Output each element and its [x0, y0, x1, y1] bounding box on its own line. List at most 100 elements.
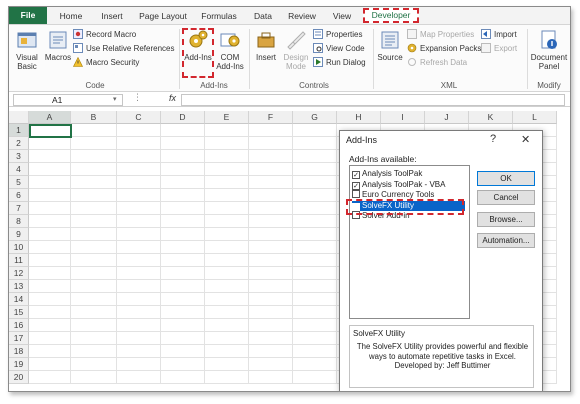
- tab-home[interactable]: Home: [55, 9, 87, 24]
- document-panel-icon: [541, 30, 557, 49]
- column-gridline: [160, 124, 161, 384]
- row-header-14[interactable]: 14: [9, 293, 29, 306]
- run-dialog-icon: [313, 57, 323, 67]
- ok-button[interactable]: OK: [477, 171, 535, 186]
- column-header-c[interactable]: C: [117, 111, 161, 124]
- function-icon[interactable]: fx: [169, 93, 176, 103]
- ruler-icon: [287, 31, 306, 50]
- ribbon-tab-bar: File Home Insert Page Layout Formulas Da…: [9, 7, 570, 24]
- macro-security-button[interactable]: Macro Security: [73, 57, 139, 69]
- row-header-13[interactable]: 13: [9, 280, 29, 293]
- row-header-7[interactable]: 7: [9, 202, 29, 215]
- row-header-20[interactable]: 20: [9, 371, 29, 384]
- addins-highlight: [182, 28, 214, 78]
- close-icon[interactable]: ✕: [521, 133, 530, 146]
- tab-developer[interactable]: Developer: [363, 8, 419, 23]
- row-header-1[interactable]: 1: [9, 124, 29, 137]
- select-all-corner[interactable]: [9, 111, 29, 124]
- addin-description-box: SolveFX Utility The SolveFX Utility prov…: [349, 325, 534, 388]
- addin-label: Euro Currency Tools: [362, 190, 435, 199]
- macros-button[interactable]: Macros: [43, 29, 73, 62]
- row-header-17[interactable]: 17: [9, 332, 29, 345]
- com-addins-icon: [220, 33, 240, 47]
- addin-checkbox[interactable]: ✓: [352, 171, 360, 179]
- record-macro-button[interactable]: Record Macro: [73, 29, 136, 41]
- relative-references-icon: [73, 43, 83, 53]
- solvefx-highlight: [346, 199, 464, 215]
- export-button[interactable]: Export: [481, 43, 517, 55]
- row-header-2[interactable]: 2: [9, 137, 29, 150]
- column-header-f[interactable]: F: [249, 111, 293, 124]
- column-header-e[interactable]: E: [205, 111, 249, 124]
- cancel-button[interactable]: Cancel: [477, 190, 535, 205]
- design-mode-button[interactable]: Design Mode: [281, 29, 311, 71]
- row-header-16[interactable]: 16: [9, 319, 29, 332]
- browse-button[interactable]: Browse...: [477, 212, 535, 227]
- row-header-18[interactable]: 18: [9, 345, 29, 358]
- column-gridline: [336, 124, 337, 384]
- row-header-10[interactable]: 10: [9, 241, 29, 254]
- run-dialog-button[interactable]: Run Dialog: [313, 57, 366, 69]
- source-button[interactable]: Source: [375, 29, 405, 62]
- properties-button[interactable]: Properties: [313, 29, 362, 41]
- tab-file[interactable]: File: [9, 7, 47, 24]
- com-addins-button[interactable]: COM Add-Ins: [215, 29, 245, 71]
- row-header-15[interactable]: 15: [9, 306, 29, 319]
- column-header-j[interactable]: J: [425, 111, 469, 124]
- automation-button[interactable]: Automation...: [477, 233, 535, 248]
- column-header-i[interactable]: I: [381, 111, 425, 124]
- tab-insert[interactable]: Insert: [95, 9, 129, 24]
- addin-checkbox[interactable]: ✓: [352, 181, 360, 190]
- name-box[interactable]: A1: [13, 94, 123, 106]
- chevron-down-icon[interactable]: ▾: [113, 95, 117, 103]
- column-header-a[interactable]: A: [29, 111, 71, 124]
- row-header-5[interactable]: 5: [9, 176, 29, 189]
- addins-listbox[interactable]: ✓ Analysis ToolPak ✓ Analysis ToolPak - VBA…: [349, 165, 470, 319]
- expansion-packs-button[interactable]: Expansion Packs: [407, 43, 481, 55]
- visual-basic-icon: [17, 32, 37, 48]
- tab-page-layout[interactable]: Page Layout: [137, 9, 189, 24]
- row-header-3[interactable]: 3: [9, 150, 29, 163]
- column-gridline: [116, 124, 117, 384]
- help-button[interactable]: ?: [490, 133, 496, 145]
- import-button[interactable]: Import: [481, 29, 517, 41]
- row-header-11[interactable]: 11: [9, 254, 29, 267]
- insert-control-button[interactable]: Insert: [253, 29, 279, 62]
- column-gridline: [70, 124, 71, 384]
- addin-list-item[interactable]: ✓ Analysis ToolPak: [352, 169, 422, 179]
- export-icon: [481, 43, 491, 53]
- excel-window: File Home Insert Page Layout Formulas Da…: [8, 6, 571, 392]
- map-properties-button[interactable]: Map Properties: [407, 29, 474, 41]
- ribbon: Visual Basic Macros Record Macro Use Rel…: [9, 24, 570, 92]
- active-cell-a1[interactable]: [29, 124, 72, 138]
- view-code-button[interactable]: View Code: [313, 43, 365, 55]
- tab-data[interactable]: Data: [249, 9, 277, 24]
- formula-input[interactable]: [181, 94, 565, 106]
- tab-view[interactable]: View: [327, 9, 357, 24]
- refresh-icon: [408, 58, 416, 66]
- tab-formulas[interactable]: Formulas: [197, 9, 241, 24]
- row-header-12[interactable]: 12: [9, 267, 29, 280]
- row-header-6[interactable]: 6: [9, 189, 29, 202]
- document-panel-button[interactable]: Document Panel: [529, 29, 569, 71]
- column-header-d[interactable]: D: [161, 111, 205, 124]
- addin-list-item[interactable]: ✓ Analysis ToolPak - VBA: [352, 180, 445, 190]
- column-header-l[interactable]: L: [513, 111, 557, 124]
- visual-basic-button[interactable]: Visual Basic: [13, 29, 41, 71]
- row-header-8[interactable]: 8: [9, 215, 29, 228]
- row-header-9[interactable]: 9: [9, 228, 29, 241]
- dialog-title: Add-Ins: [346, 135, 378, 145]
- row-header-4[interactable]: 4: [9, 163, 29, 176]
- relative-references-button[interactable]: Use Relative References: [73, 43, 174, 55]
- column-header-k[interactable]: K: [469, 111, 513, 124]
- tab-review[interactable]: Review: [285, 9, 319, 24]
- refresh-data-button[interactable]: Refresh Data: [407, 57, 467, 69]
- row-header-19[interactable]: 19: [9, 358, 29, 371]
- column-gridline: [248, 124, 249, 384]
- addin-checkbox[interactable]: [352, 190, 360, 198]
- code-group-label: Code: [85, 81, 105, 90]
- column-header-h[interactable]: H: [337, 111, 381, 124]
- addin-description-title: SolveFX Utility: [353, 329, 406, 338]
- column-header-g[interactable]: G: [293, 111, 337, 124]
- column-header-b[interactable]: B: [71, 111, 117, 124]
